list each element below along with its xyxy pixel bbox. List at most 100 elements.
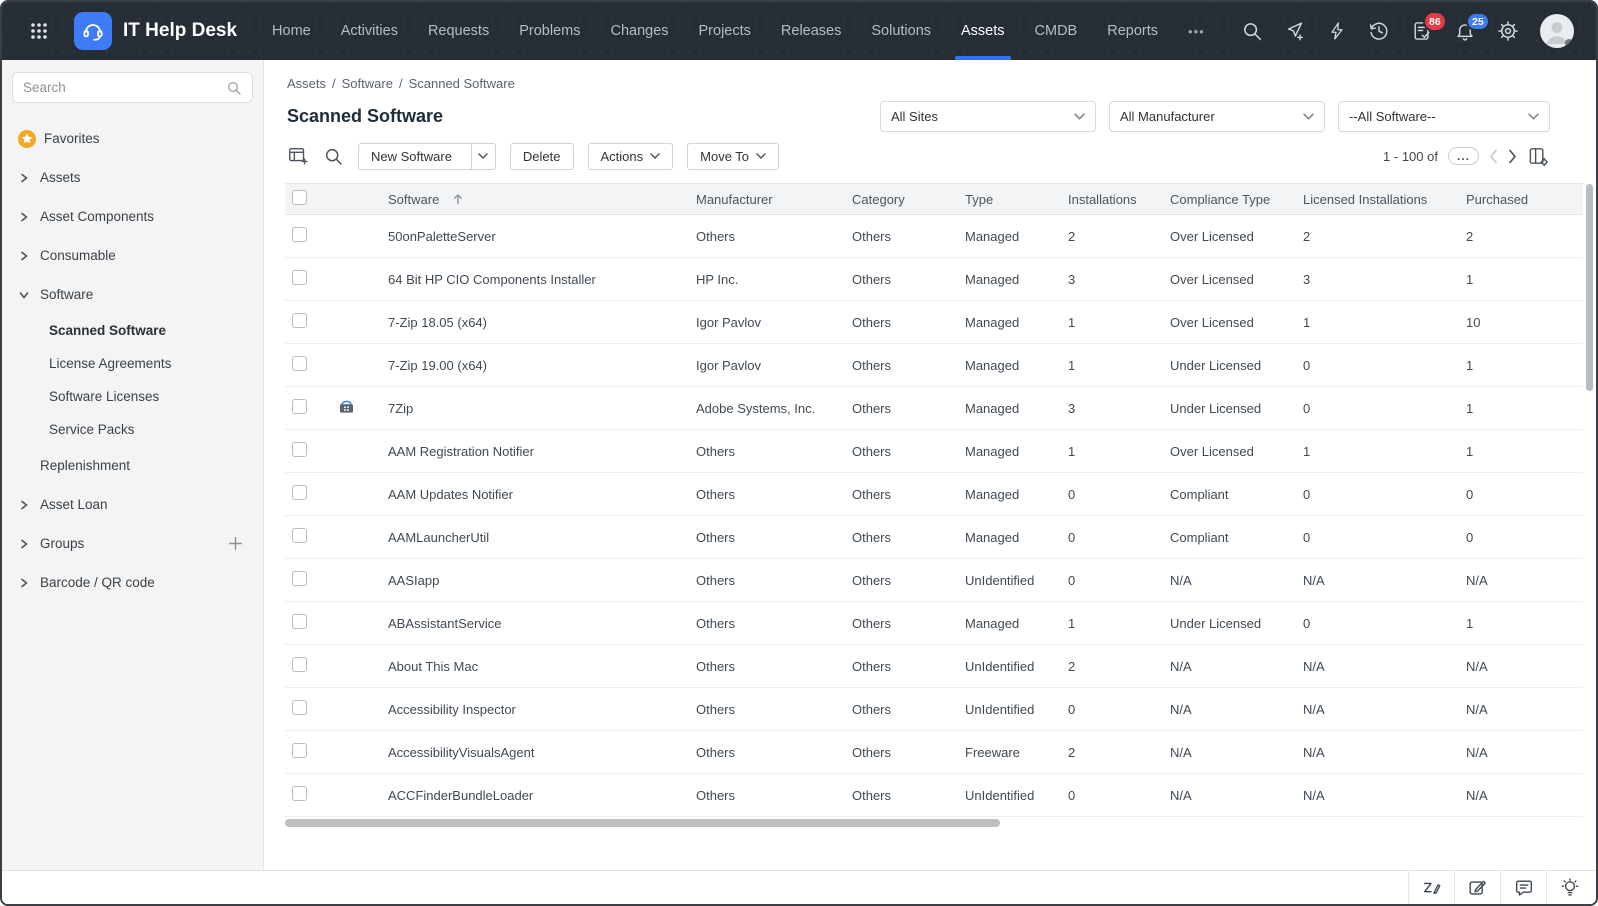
- software-name-link[interactable]: AAM Updates Notifier: [388, 487, 513, 502]
- row-checkbox[interactable]: [292, 614, 307, 629]
- notifications-bell-icon[interactable]: 25: [1454, 20, 1476, 42]
- horizontal-scrollbar[interactable]: [285, 819, 1000, 827]
- settings-gear-icon[interactable]: [1497, 20, 1519, 42]
- table-row[interactable]: AAM Updates Notifier Others Others Manag…: [285, 473, 1583, 516]
- table-row[interactable]: 7-Zip 19.00 (x64) Igor Pavlov Others Man…: [285, 344, 1583, 387]
- sidebar-item-software[interactable]: Software: [2, 275, 263, 314]
- sidebar-item-assets[interactable]: Assets: [2, 158, 263, 197]
- row-checkbox[interactable]: [292, 313, 307, 328]
- actions-button[interactable]: Actions: [588, 143, 674, 170]
- table-customize-icon[interactable]: [287, 145, 309, 167]
- app-logo[interactable]: [74, 12, 112, 50]
- vertical-scrollbar[interactable]: [1586, 184, 1593, 391]
- row-checkbox[interactable]: [292, 485, 307, 500]
- breadcrumb-assets[interactable]: Assets: [287, 76, 326, 91]
- row-checkbox[interactable]: [292, 356, 307, 371]
- row-checkbox[interactable]: [292, 700, 307, 715]
- breadcrumb-software[interactable]: Software: [342, 76, 393, 91]
- row-checkbox[interactable]: [292, 270, 307, 285]
- table-row[interactable]: ABAssistantService Others Others Managed…: [285, 602, 1583, 645]
- delete-button[interactable]: Delete: [510, 143, 574, 170]
- nav-item-cmdb[interactable]: CMDB: [1020, 2, 1093, 60]
- sidebar-item-asset-loan[interactable]: Asset Loan: [2, 485, 263, 524]
- software-name-link[interactable]: 50onPaletteServer: [388, 229, 496, 244]
- nav-more-button[interactable]: •••: [1173, 2, 1220, 60]
- new-software-button[interactable]: New Software: [358, 143, 496, 170]
- site-filter-dropdown[interactable]: All Sites: [880, 101, 1096, 132]
- table-row[interactable]: 7Zip Adobe Systems, Inc. Others Managed …: [285, 387, 1583, 430]
- column-header-category[interactable]: Category: [852, 184, 965, 215]
- nav-item-changes[interactable]: Changes: [595, 2, 683, 60]
- nav-item-assets[interactable]: Assets: [946, 2, 1020, 60]
- nav-item-activities[interactable]: Activities: [326, 2, 413, 60]
- sidebar-item-software-licenses[interactable]: Software Licenses: [2, 380, 263, 413]
- software-name-link[interactable]: ABAssistantService: [388, 616, 501, 631]
- software-name-link[interactable]: 7-Zip 19.00 (x64): [388, 358, 487, 373]
- column-header-purchased[interactable]: Purchased: [1466, 184, 1583, 215]
- software-name-link[interactable]: Accessibility Inspector: [388, 702, 516, 717]
- nav-item-requests[interactable]: Requests: [413, 2, 504, 60]
- column-header-installations[interactable]: Installations: [1068, 184, 1170, 215]
- pagination-more-button[interactable]: ...: [1448, 147, 1479, 165]
- sidebar-item-scanned-software[interactable]: Scanned Software: [2, 314, 263, 347]
- select-all-checkbox[interactable]: [292, 190, 307, 205]
- suggestion-bulb-icon[interactable]: [1546, 871, 1592, 904]
- sidebar-item-groups[interactable]: Groups: [2, 524, 263, 563]
- nav-item-problems[interactable]: Problems: [504, 2, 595, 60]
- table-row[interactable]: AccessibilityVisualsAgent Others Others …: [285, 731, 1583, 774]
- column-header-licensed-installations[interactable]: Licensed Installations: [1303, 184, 1466, 215]
- table-row[interactable]: Accessibility Inspector Others Others Un…: [285, 688, 1583, 731]
- sidebar-item-barcode-qr[interactable]: Barcode / QR code: [2, 563, 263, 602]
- user-avatar[interactable]: [1540, 14, 1574, 48]
- table-row[interactable]: About This Mac Others Others UnIdentifie…: [285, 645, 1583, 688]
- software-name-link[interactable]: AAM Registration Notifier: [388, 444, 534, 459]
- sidebar-search-input[interactable]: [23, 80, 226, 95]
- nav-item-releases[interactable]: Releases: [766, 2, 856, 60]
- move-to-button[interactable]: Move To: [687, 143, 779, 170]
- table-row[interactable]: 50onPaletteServer Others Others Managed …: [285, 215, 1583, 258]
- add-group-icon[interactable]: [228, 536, 243, 551]
- software-name-link[interactable]: 64 Bit HP CIO Components Installer: [388, 272, 596, 287]
- software-name-link[interactable]: 7Zip: [388, 401, 413, 416]
- software-name-link[interactable]: AccessibilityVisualsAgent: [388, 745, 534, 760]
- table-row[interactable]: 64 Bit HP CIO Components Installer HP In…: [285, 258, 1583, 301]
- chat-icon[interactable]: [1500, 871, 1546, 904]
- column-header-software[interactable]: Software: [388, 192, 463, 207]
- nav-item-reports[interactable]: Reports: [1092, 2, 1173, 60]
- quick-actions-lightning-icon[interactable]: [1327, 20, 1347, 42]
- new-software-caret[interactable]: [471, 144, 495, 169]
- next-page-icon[interactable]: [1508, 149, 1517, 164]
- previous-page-icon[interactable]: [1489, 149, 1498, 164]
- zia-assistant-icon[interactable]: [1408, 871, 1454, 904]
- row-checkbox[interactable]: [292, 442, 307, 457]
- table-row[interactable]: 7-Zip 18.05 (x64) Igor Pavlov Others Man…: [285, 301, 1583, 344]
- software-name-link[interactable]: AAMLauncherUtil: [388, 530, 489, 545]
- software-name-link[interactable]: AASIapp: [388, 573, 439, 588]
- history-icon[interactable]: [1368, 20, 1390, 42]
- sidebar-item-service-packs[interactable]: Service Packs: [2, 413, 263, 446]
- table-row[interactable]: AAM Registration Notifier Others Others …: [285, 430, 1583, 473]
- software-filter-dropdown[interactable]: --All Software--: [1338, 101, 1550, 132]
- row-checkbox[interactable]: [292, 743, 307, 758]
- software-name-link[interactable]: 7-Zip 18.05 (x64): [388, 315, 487, 330]
- row-checkbox[interactable]: [292, 657, 307, 672]
- list-search-icon[interactable]: [323, 146, 344, 167]
- sidebar-item-consumable[interactable]: Consumable: [2, 236, 263, 275]
- row-checkbox[interactable]: [292, 399, 307, 414]
- feedback-compose-icon[interactable]: [1454, 871, 1500, 904]
- software-name-link[interactable]: ACCFinderBundleLoader: [388, 788, 533, 803]
- column-header-manufacturer[interactable]: Manufacturer: [696, 184, 852, 215]
- sidebar-item-favorites[interactable]: Favorites: [2, 119, 263, 158]
- sidebar-item-asset-components[interactable]: Asset Components: [2, 197, 263, 236]
- sidebar-item-license-agreements[interactable]: License Agreements: [2, 347, 263, 380]
- table-row[interactable]: ACCFinderBundleLoader Others Others UnId…: [285, 774, 1583, 817]
- manufacturer-filter-dropdown[interactable]: All Manufacturer: [1109, 101, 1325, 132]
- nav-item-solutions[interactable]: Solutions: [856, 2, 946, 60]
- quick-create-icon[interactable]: [1284, 20, 1306, 42]
- row-checkbox[interactable]: [292, 227, 307, 242]
- column-header-type[interactable]: Type: [965, 184, 1068, 215]
- approvals-icon[interactable]: 86: [1411, 20, 1433, 42]
- global-search-icon[interactable]: [1241, 20, 1263, 42]
- row-checkbox[interactable]: [292, 786, 307, 801]
- row-checkbox[interactable]: [292, 528, 307, 543]
